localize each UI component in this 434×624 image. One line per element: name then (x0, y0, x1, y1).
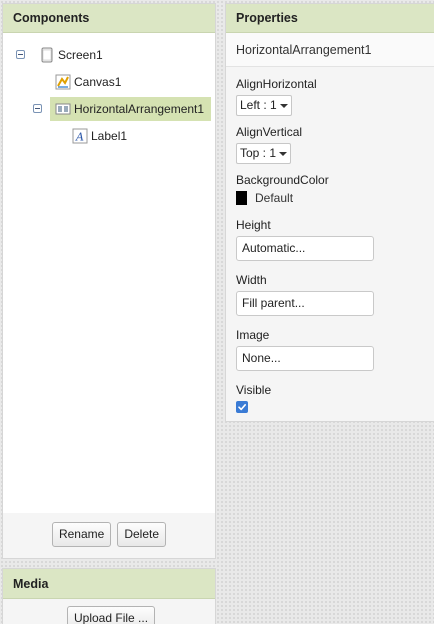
color-value: Default (255, 191, 294, 205)
tree-item-canvas1[interactable]: Canvas1 (3, 70, 215, 94)
prop-label: AlignVertical (236, 125, 303, 139)
select-value: Top : 1 (240, 146, 277, 160)
prop-align-horizontal: AlignHorizontal Left : 1 (236, 77, 317, 116)
chevron-down-icon (279, 103, 288, 108)
component-actions: Rename Delete (3, 522, 215, 547)
tree-item-label1[interactable]: A Label1 (3, 124, 215, 148)
prop-label: Height (236, 218, 271, 232)
collapse-toggle-icon[interactable] (16, 50, 25, 59)
label-icon: A (72, 128, 88, 144)
media-panel: Media Upload File ... (2, 568, 216, 624)
chevron-down-icon (279, 151, 288, 156)
screen-icon (39, 47, 55, 63)
prop-label: Width (236, 273, 267, 287)
tree-item-horizontalarrangement1[interactable]: HorizontalArrangement1 (3, 97, 215, 121)
prop-visible: Visible (236, 383, 271, 413)
prop-background-color: BackgroundColor Default (236, 173, 329, 205)
components-tree: Screen1 Canvas1 HorizontalArrangement1 A… (3, 33, 215, 513)
checkmark-icon (238, 404, 246, 411)
visible-checkbox[interactable] (236, 401, 248, 413)
upload-file-button[interactable]: Upload File ... (67, 606, 156, 624)
select-value: Left : 1 (240, 98, 277, 112)
prop-label: Image (236, 328, 270, 342)
width-field[interactable]: Fill parent... (236, 291, 374, 316)
tree-item-label: HorizontalArrangement1 (74, 102, 205, 116)
align-horizontal-select[interactable]: Left : 1 (236, 95, 292, 116)
prop-label: Visible (236, 383, 272, 397)
prop-label: BackgroundColor (236, 173, 329, 187)
components-panel: Components Screen1 Canvas1 HorizontalArr… (2, 3, 216, 559)
canvas-icon (55, 74, 71, 90)
horizontal-arrangement-icon (55, 101, 71, 117)
tree-item-label: Canvas1 (74, 75, 122, 89)
image-field[interactable]: None... (236, 346, 374, 371)
color-swatch (236, 191, 247, 205)
align-vertical-select[interactable]: Top : 1 (236, 143, 292, 164)
rename-button[interactable]: Rename (51, 522, 112, 547)
tree-item-label: Label1 (91, 129, 128, 143)
tree-item-screen1[interactable]: Screen1 (3, 43, 215, 67)
media-panel-title: Media (3, 569, 215, 599)
selected-component-name: HorizontalArrangement1 (226, 33, 434, 67)
svg-text:A: A (75, 131, 84, 144)
height-field[interactable]: Automatic... (236, 236, 374, 261)
delete-button[interactable]: Delete (117, 522, 167, 547)
components-panel-title: Components (3, 4, 215, 33)
properties-panel-title: Properties (226, 4, 434, 33)
prop-height: Height Automatic... (236, 218, 374, 261)
prop-label: AlignHorizontal (236, 77, 317, 91)
prop-align-vertical: AlignVertical Top : 1 (236, 125, 302, 164)
prop-width: Width Fill parent... (236, 273, 374, 316)
background-color-picker[interactable]: Default (236, 191, 329, 205)
prop-image: Image None... (236, 328, 374, 371)
collapse-toggle-icon[interactable] (33, 104, 42, 113)
tree-item-label: Screen1 (58, 48, 103, 62)
properties-panel: Properties HorizontalArrangement1 AlignH… (225, 3, 434, 422)
